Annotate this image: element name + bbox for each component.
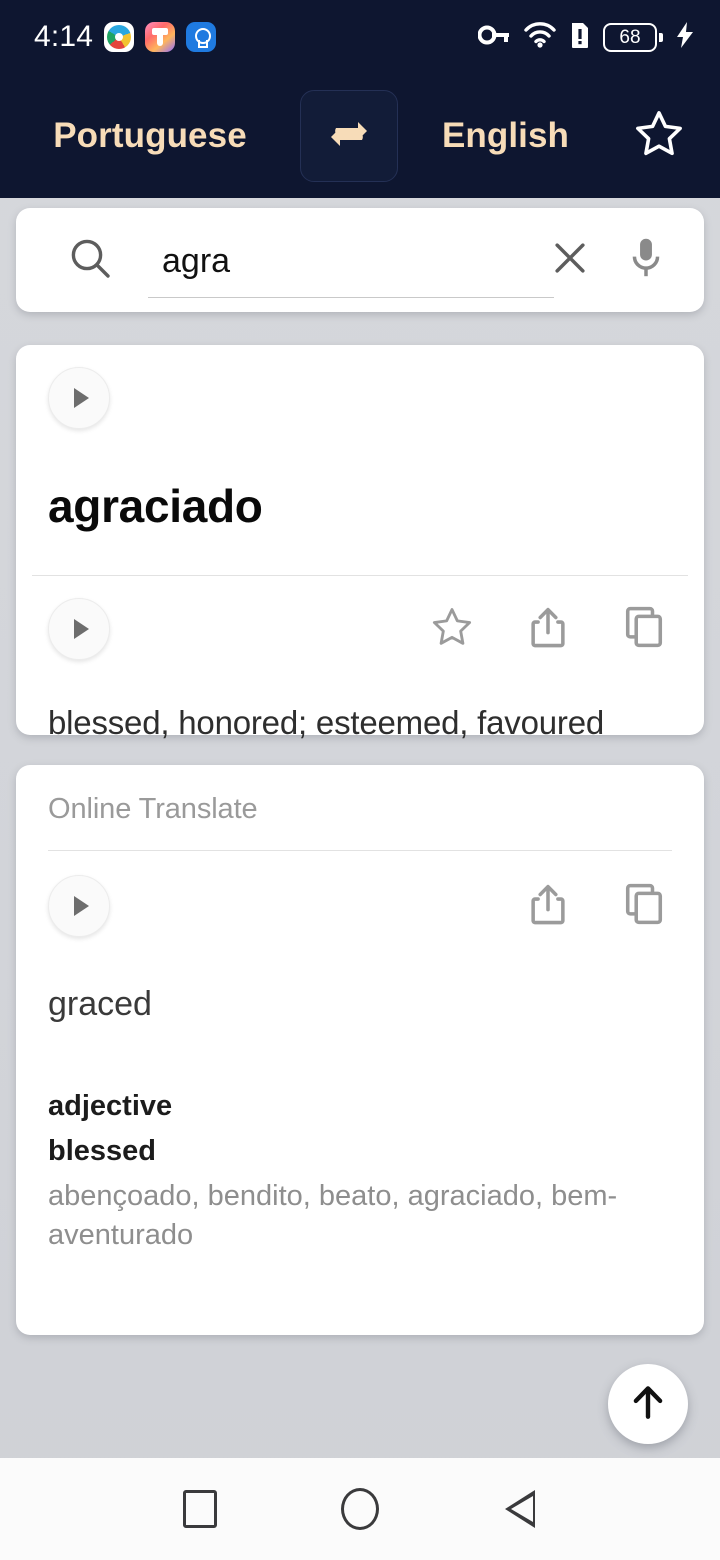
- search-input-value: agra: [162, 242, 231, 280]
- share-icon: [526, 604, 570, 655]
- triangle-back-icon: [505, 1490, 535, 1528]
- play-icon: [73, 619, 89, 639]
- online-translate-title: Online Translate: [48, 793, 258, 825]
- play-icon: [73, 896, 89, 916]
- favorites-button[interactable]: [632, 107, 686, 166]
- part-of-speech-label: adjective: [48, 1090, 173, 1122]
- headword: agraciado: [48, 480, 263, 532]
- vpn-key-icon: [477, 22, 510, 53]
- arrow-up-icon: [626, 1380, 670, 1429]
- swap-languages-icon: [326, 114, 372, 159]
- clear-search-button[interactable]: [540, 236, 600, 285]
- online-translate-card: Online Translate graced adjective blesse…: [16, 765, 704, 1335]
- lightning-bolt-icon: [676, 21, 694, 54]
- play-headword-button[interactable]: [48, 367, 110, 429]
- meaning-text: blessed, honored; esteemed, favoured: [48, 704, 605, 741]
- app-screen: 4:14 68 Portuguese English agra agraciad…: [0, 0, 720, 1560]
- copy-icon: [622, 881, 666, 932]
- target-language-label: English: [441, 116, 570, 155]
- home-button[interactable]: [315, 1464, 405, 1554]
- wifi-icon: [523, 21, 557, 53]
- microphone-icon: [625, 235, 667, 286]
- language-header: Portuguese English: [0, 74, 720, 198]
- search-input-underline: [148, 297, 554, 298]
- search-row: agra: [16, 208, 704, 312]
- play-icon: [73, 388, 89, 408]
- copy-icon: [622, 604, 666, 655]
- back-button[interactable]: [475, 1464, 565, 1554]
- share-translation-button[interactable]: [520, 881, 576, 932]
- scroll-to-top-button[interactable]: [608, 1364, 688, 1444]
- translation-word: graced: [48, 985, 152, 1023]
- source-language-button[interactable]: Portuguese: [0, 116, 300, 156]
- status-bar-right: 68: [477, 21, 694, 54]
- close-x-icon: [548, 236, 592, 285]
- search-icon[interactable]: [66, 234, 114, 287]
- battery-level-label: 68: [619, 26, 641, 48]
- play-meaning-button[interactable]: [48, 598, 110, 660]
- share-icon: [526, 881, 570, 932]
- android-navigation-bar: [0, 1458, 720, 1560]
- synonyms-list: abençoado, bendito, beato, agraciado, be…: [48, 1180, 618, 1251]
- copy-translation-button[interactable]: [616, 881, 672, 932]
- star-outline-icon: [429, 604, 475, 655]
- online-action-row: [48, 875, 672, 937]
- status-bar-clock: 4:14: [34, 20, 94, 53]
- play-translation-button[interactable]: [48, 875, 110, 937]
- star-outline-icon: [632, 107, 686, 166]
- paint-app-icon: [145, 22, 176, 52]
- copy-result-button[interactable]: [616, 604, 672, 655]
- source-language-label: Portuguese: [53, 116, 247, 155]
- idea-bulb-icon: [186, 22, 217, 52]
- favorite-result-button[interactable]: [424, 604, 480, 655]
- swap-languages-button[interactable]: [300, 90, 398, 182]
- status-bar-left: 4:14: [34, 20, 217, 53]
- square-recents-icon: [183, 1490, 217, 1528]
- battery-indicator: 68: [603, 22, 663, 52]
- search-card: agra: [16, 208, 704, 312]
- circle-home-icon: [341, 1488, 379, 1530]
- status-bar: 4:14 68: [0, 0, 720, 74]
- dictionary-result-card: agraciado blessed, honored; esteemed, fa…: [16, 345, 704, 741]
- sim-alert-icon: [570, 21, 590, 54]
- target-language-button[interactable]: English: [398, 116, 613, 156]
- voice-search-button[interactable]: [618, 235, 674, 286]
- sense-label: blessed: [48, 1135, 156, 1168]
- search-input[interactable]: agra: [148, 208, 554, 312]
- recents-button[interactable]: [155, 1464, 245, 1554]
- result-action-row: [48, 598, 672, 660]
- photos-app-icon: [104, 22, 135, 52]
- share-result-button[interactable]: [520, 604, 576, 655]
